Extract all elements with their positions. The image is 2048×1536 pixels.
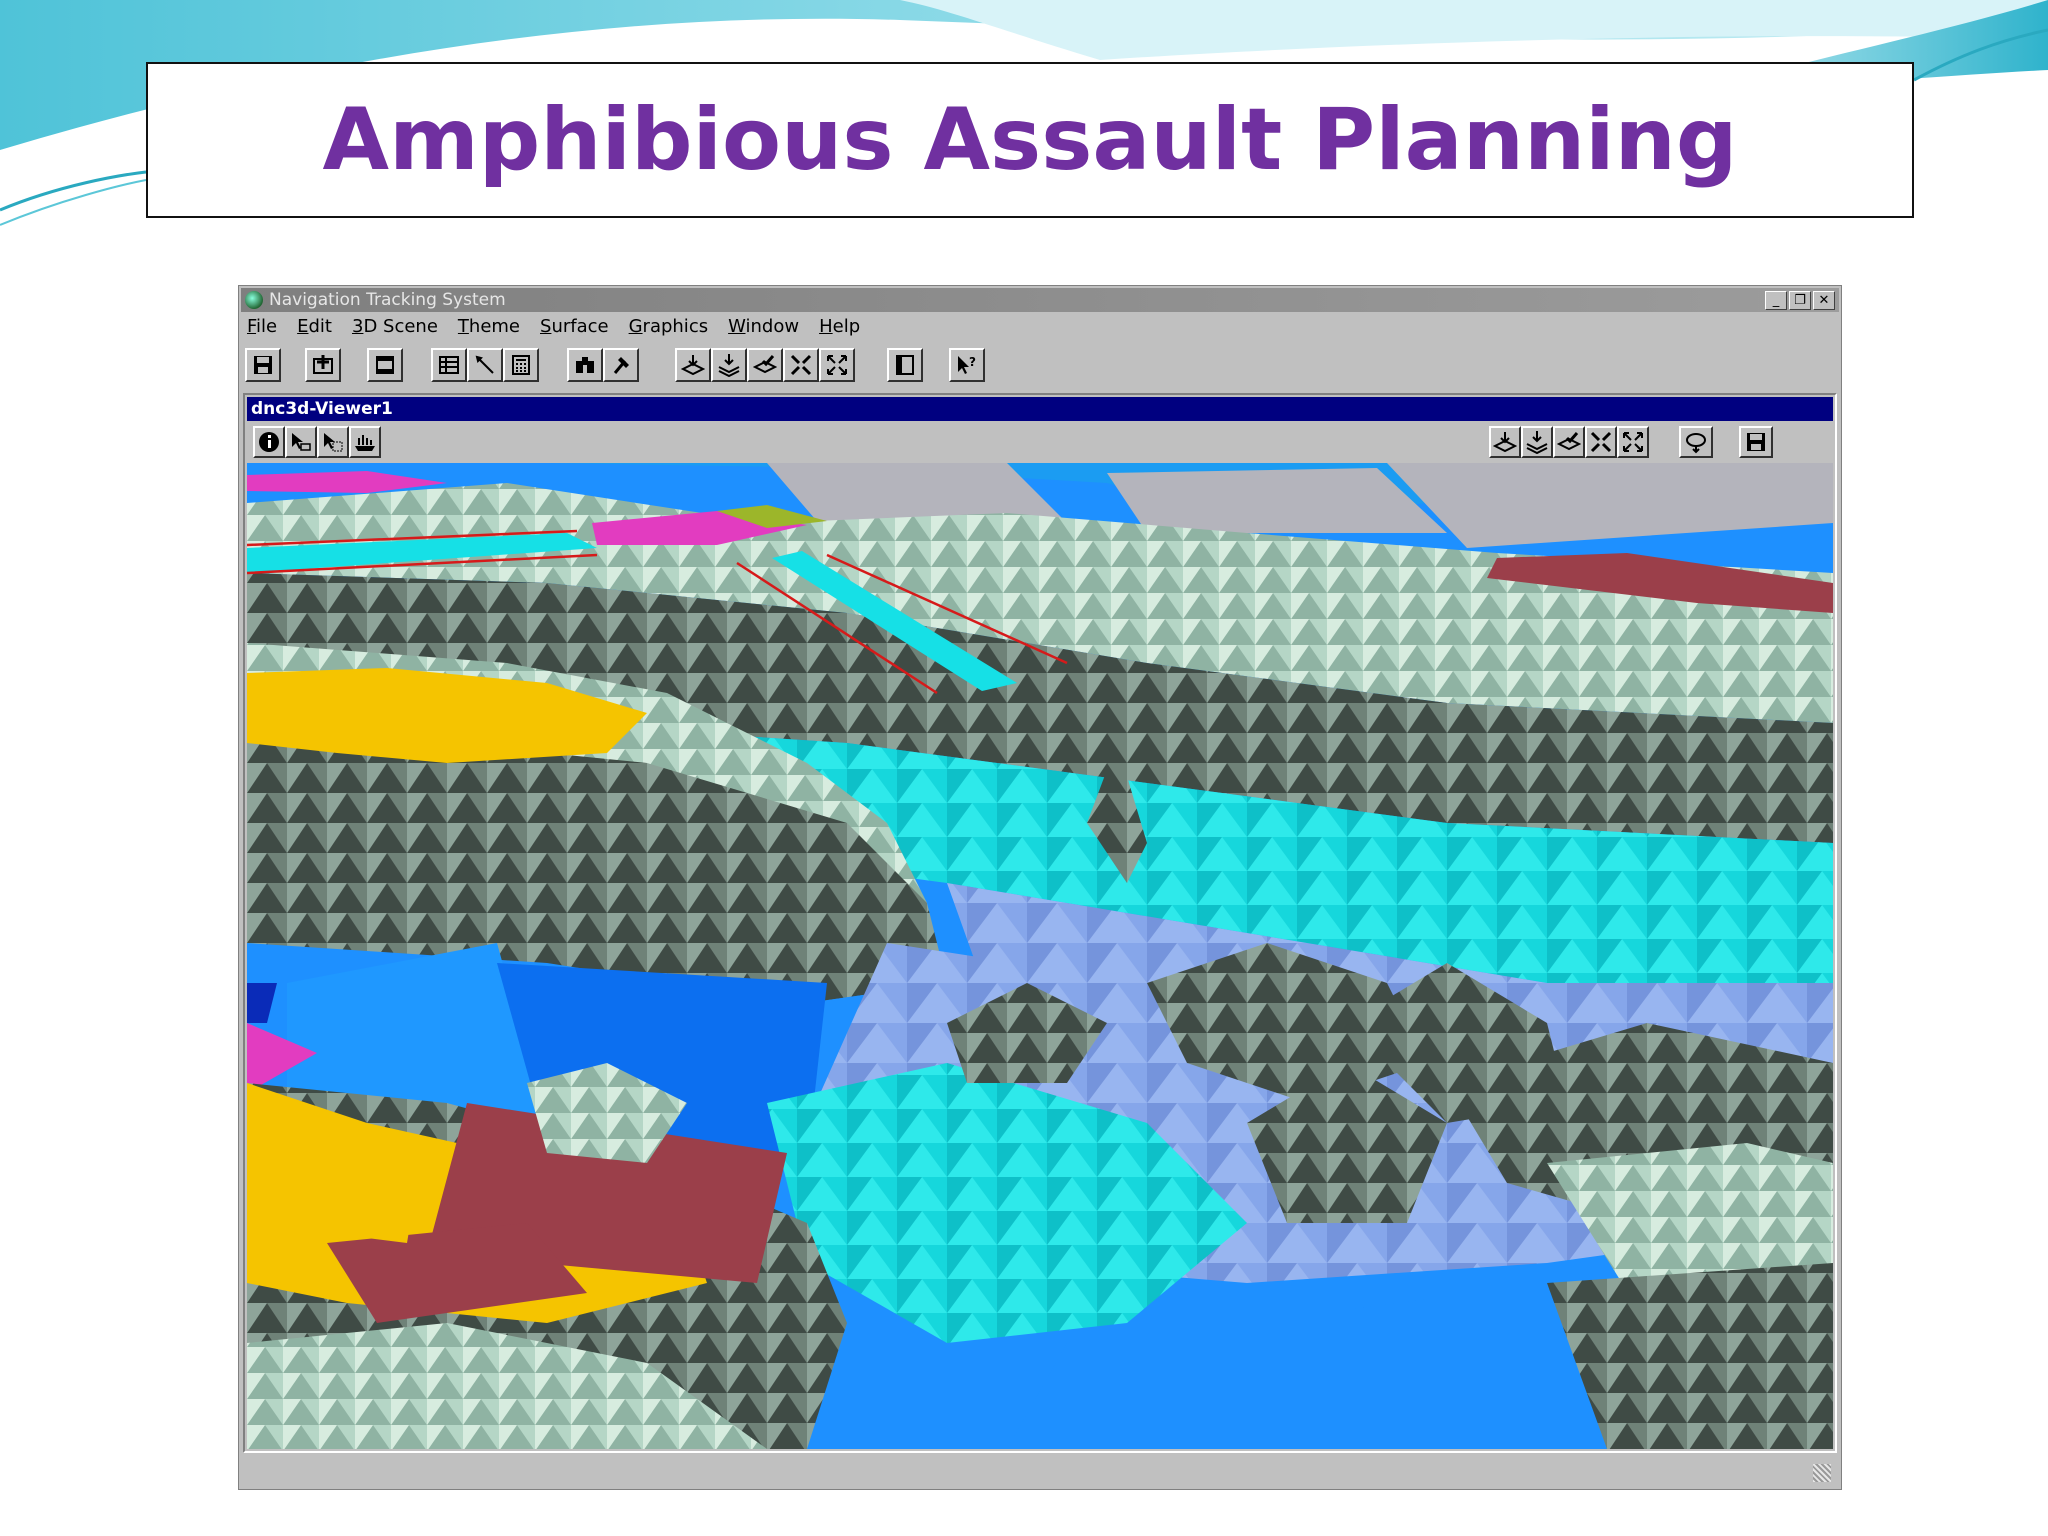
- menu-file[interactable]: File: [247, 316, 277, 340]
- resize-grip-icon[interactable]: [1813, 1464, 1831, 1482]
- table-button[interactable]: [431, 348, 467, 382]
- add-theme-button[interactable]: [305, 348, 341, 382]
- close-button[interactable]: ✕: [1813, 291, 1835, 310]
- edit-button[interactable]: [467, 348, 503, 382]
- binoculars-icon: [576, 357, 594, 373]
- menu-edit[interactable]: Edit: [297, 316, 332, 340]
- info-button[interactable]: [253, 426, 285, 458]
- edit-icon: [475, 355, 494, 374]
- hammer-icon: [613, 357, 629, 374]
- ship-icon: [355, 435, 375, 451]
- zoom-extent-button[interactable]: [819, 348, 855, 382]
- select-graphic-button[interactable]: [317, 426, 349, 458]
- select-button[interactable]: [285, 426, 317, 458]
- viewer-title[interactable]: dnc3d-Viewer1: [247, 397, 1833, 421]
- layer-down-icon: [681, 355, 705, 376]
- menu-theme[interactable]: Theme: [458, 316, 520, 340]
- viewer-save-button[interactable]: [1739, 426, 1773, 458]
- menu-graphics[interactable]: Graphics: [629, 316, 709, 340]
- menu-3d-scene[interactable]: 3D Scene: [352, 316, 438, 340]
- context-help-button[interactable]: ?: [949, 348, 985, 382]
- viewer-layers-down-button[interactable]: [1521, 426, 1553, 458]
- help-pointer-icon: ?: [958, 355, 976, 374]
- navigate-button[interactable]: [1679, 426, 1713, 458]
- slide-title-box: Amphibious Assault Planning: [146, 62, 1914, 218]
- layers-down-button[interactable]: [711, 348, 747, 382]
- window-title: Navigation Tracking System: [269, 290, 506, 310]
- window-button[interactable]: [367, 348, 403, 382]
- add-theme-icon: [313, 355, 333, 374]
- menu-bar: File Edit 3D Scene Theme Surface Graphic…: [247, 316, 880, 340]
- layer-check-icon: [753, 355, 777, 374]
- zoom-extent-icon: [1623, 432, 1643, 452]
- window-titlebar[interactable]: Navigation Tracking System _ ❐ ✕: [241, 288, 1839, 312]
- slide-title: Amphibious Assault Planning: [322, 90, 1738, 190]
- svg-text:?: ?: [969, 355, 976, 369]
- main-toolbar: ?: [245, 348, 1835, 384]
- save-button[interactable]: [245, 348, 281, 382]
- restore-button[interactable]: ❐: [1789, 291, 1811, 310]
- viewer-zoom-in-button[interactable]: [1585, 426, 1617, 458]
- viewer-toolbar: [247, 423, 1833, 463]
- panel-icon: [896, 355, 914, 375]
- layer-down-icon: [1493, 432, 1517, 453]
- calculator-icon: [512, 355, 530, 375]
- select-icon: [292, 433, 311, 451]
- tool-button[interactable]: [603, 348, 639, 382]
- zoom-in-icon: [1590, 431, 1612, 453]
- zoom-in-icon: [790, 354, 812, 376]
- select-graphic-icon: [324, 433, 343, 452]
- save-icon: [1747, 433, 1765, 451]
- viewer-layer-check-button[interactable]: [1553, 426, 1585, 458]
- calculator-button[interactable]: [503, 348, 539, 382]
- menu-window[interactable]: Window: [728, 316, 799, 340]
- globe-icon: [245, 291, 263, 309]
- zoom-extent-icon: [827, 355, 847, 375]
- app-window: Navigation Tracking System _ ❐ ✕ File Ed…: [238, 285, 1842, 1490]
- find-button[interactable]: [567, 348, 603, 382]
- terrain-3d-view[interactable]: [247, 463, 1833, 1449]
- viewer-zoom-extent-button[interactable]: [1617, 426, 1649, 458]
- table-icon: [439, 356, 459, 374]
- viewer-layer-down-button[interactable]: [1489, 426, 1521, 458]
- zoom-in-button[interactable]: [783, 348, 819, 382]
- layer-down-button[interactable]: [675, 348, 711, 382]
- viewer-window: dnc3d-Viewer1: [243, 393, 1837, 1453]
- panel-button[interactable]: [887, 348, 923, 382]
- menu-surface[interactable]: Surface: [540, 316, 609, 340]
- save-icon: [254, 356, 272, 374]
- ship-button[interactable]: [349, 426, 381, 458]
- status-bar: [241, 1458, 1839, 1486]
- window-icon: [376, 356, 394, 374]
- layer-check-button[interactable]: [747, 348, 783, 382]
- layers-down-icon: [1526, 431, 1548, 454]
- layers-down-icon: [718, 354, 740, 377]
- navigate-icon: [1686, 433, 1706, 454]
- minimize-button[interactable]: _: [1765, 291, 1787, 310]
- layer-check-icon: [1557, 432, 1581, 451]
- menu-help[interactable]: Help: [819, 316, 860, 340]
- info-icon: [259, 432, 279, 452]
